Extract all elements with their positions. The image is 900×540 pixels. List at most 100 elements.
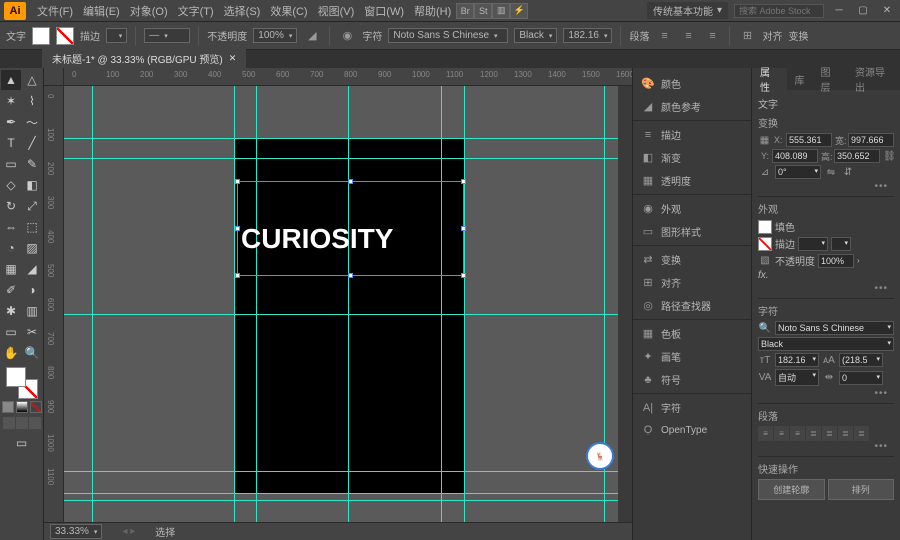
hand-tool[interactable]: ✋	[1, 343, 21, 363]
reference-point-icon[interactable]: ▦	[758, 133, 771, 147]
panel-transparency[interactable]: ▦透明度	[633, 169, 751, 192]
gradient-mode-icon[interactable]	[16, 401, 28, 413]
flip-h-icon[interactable]: ⇋	[824, 165, 838, 179]
panel-brushes[interactable]: ✦画笔	[633, 345, 751, 368]
align-center-icon[interactable]: ≡	[679, 27, 697, 45]
font-weight-dropdown[interactable]: Black	[514, 28, 557, 43]
para-align-center-icon[interactable]: ≡	[774, 426, 789, 441]
panel-swatches[interactable]: ▦色板	[633, 322, 751, 345]
guide-horizontal[interactable]	[64, 314, 618, 315]
menu-edit[interactable]: 编辑(E)	[78, 3, 125, 19]
panel-symbols[interactable]: ♣符号	[633, 368, 751, 391]
rotate-tool[interactable]: ↻	[1, 196, 21, 216]
create-outlines-button[interactable]: 创建轮廓	[758, 479, 825, 500]
guide-vertical[interactable]	[234, 86, 235, 522]
transform-link-label[interactable]: 变换	[788, 28, 808, 43]
rectangle-tool[interactable]: ▭	[1, 154, 21, 174]
guide-vertical[interactable]	[348, 86, 349, 522]
font-size-dropdown[interactable]: 182.16	[563, 28, 612, 43]
panel-pathfinder[interactable]: ◎路径查找器	[633, 294, 751, 317]
para-justify-all-icon[interactable]: ≣	[854, 426, 869, 441]
more-character-icon[interactable]: •••	[758, 388, 894, 399]
guide-vertical[interactable]	[256, 86, 257, 522]
h-input[interactable]	[834, 149, 880, 163]
symbol-sprayer-tool[interactable]: ✱	[1, 301, 21, 321]
brush-dropdown[interactable]: —	[144, 28, 190, 43]
stroke-profile-dropdown[interactable]	[831, 237, 851, 251]
guide-horizontal[interactable]	[64, 471, 618, 472]
tracking-select[interactable]: 0	[839, 371, 883, 385]
angle-dropdown[interactable]: 0°	[775, 165, 821, 179]
arrange-button[interactable]: 排列	[828, 479, 895, 500]
flip-v-icon[interactable]: ⇵	[841, 165, 855, 179]
more-transform-icon[interactable]: •••	[758, 181, 894, 192]
handle-icon[interactable]	[235, 226, 240, 231]
align-left-icon[interactable]: ≡	[655, 27, 673, 45]
free-transform-tool[interactable]: ⬚	[22, 217, 42, 237]
guide-horizontal[interactable]	[64, 500, 618, 501]
align-link-label[interactable]: 对齐	[762, 28, 782, 43]
panel-gradient[interactable]: ◧渐变	[633, 146, 751, 169]
perspective-tool[interactable]: ▨	[22, 238, 42, 258]
menu-select[interactable]: 选择(S)	[219, 3, 266, 19]
font-family-select[interactable]: Noto Sans S Chinese	[775, 321, 894, 335]
gpu-icon[interactable]: ⚡	[510, 3, 528, 19]
curvature-tool[interactable]: ～	[22, 112, 42, 132]
stock-icon[interactable]: St	[474, 3, 492, 19]
window-close-icon[interactable]: ✕	[878, 4, 896, 18]
panel-graphic-styles[interactable]: ▭图形样式	[633, 220, 751, 243]
vertical-ruler[interactable]: 0 100 200 300 400 500 600 700 800 900 10…	[44, 86, 64, 522]
blend-tool[interactable]: ◑	[22, 280, 42, 300]
opacity-dropdown[interactable]: 100%	[253, 28, 297, 43]
para-align-right-icon[interactable]: ≡	[790, 426, 805, 441]
para-justify-right-icon[interactable]: ≣	[838, 426, 853, 441]
zoom-tool[interactable]: 🔍	[22, 343, 42, 363]
fill-swatch[interactable]	[32, 27, 50, 45]
panel-color[interactable]: 🎨颜色	[633, 72, 751, 95]
arrange-icon[interactable]: ▥	[492, 3, 510, 19]
gradient-tool[interactable]: ◢	[22, 259, 42, 279]
panel-stroke[interactable]: ≡描边	[633, 123, 751, 146]
handle-icon[interactable]	[461, 179, 466, 184]
handle-icon[interactable]	[235, 273, 240, 278]
window-minimize-icon[interactable]: ─	[830, 4, 848, 18]
screen-mode-icon[interactable]: ▭	[12, 433, 32, 453]
draw-inside-icon[interactable]	[29, 417, 41, 429]
handle-icon[interactable]	[461, 226, 466, 231]
width-tool[interactable]: ⇔	[1, 217, 21, 237]
menu-object[interactable]: 对象(O)	[125, 3, 173, 19]
draw-normal-icon[interactable]	[3, 417, 15, 429]
menu-view[interactable]: 视图(V)	[313, 3, 360, 19]
menu-file[interactable]: 文件(F)	[32, 3, 78, 19]
guide-horizontal[interactable]	[64, 138, 618, 139]
guide-vertical[interactable]	[441, 86, 442, 522]
tab-layers[interactable]: 图层	[813, 68, 848, 90]
para-justify-center-icon[interactable]: ≣	[822, 426, 837, 441]
stroke-swatch[interactable]	[758, 237, 772, 251]
selection-bounding-box[interactable]	[237, 181, 464, 276]
panel-appearance[interactable]: ◉外观	[633, 197, 751, 220]
more-appearance-icon[interactable]: •••	[758, 283, 894, 294]
color-picker[interactable]	[6, 367, 38, 399]
guide-vertical[interactable]	[464, 86, 465, 522]
tab-asset-export[interactable]: 资源导出	[847, 68, 900, 90]
color-mode-icon[interactable]	[2, 401, 14, 413]
font-family-dropdown[interactable]: Noto Sans S Chinese	[388, 28, 508, 43]
align-panel-icon[interactable]: ⊞	[738, 27, 756, 45]
handle-icon[interactable]	[348, 273, 353, 278]
lasso-tool[interactable]: ⌇	[22, 91, 42, 111]
scale-tool[interactable]: ⤢	[22, 196, 42, 216]
graph-tool[interactable]: ▥	[22, 301, 42, 321]
horizontal-ruler[interactable]: 0 100 200 300 400 500 600 700 800 900 10…	[64, 68, 632, 86]
handle-icon[interactable]	[235, 179, 240, 184]
menu-type[interactable]: 文字(T)	[173, 3, 219, 19]
stroke-swatch[interactable]	[56, 27, 74, 45]
panel-character[interactable]: A|字符	[633, 396, 751, 419]
zoom-dropdown[interactable]: 33.33%	[50, 524, 102, 539]
selection-tool[interactable]: ▲	[1, 70, 21, 90]
direct-selection-tool[interactable]: △	[22, 70, 42, 90]
shaper-tool[interactable]: ◇	[1, 175, 21, 195]
more-paragraph-icon[interactable]: •••	[758, 441, 894, 452]
para-justify-left-icon[interactable]: ≣	[806, 426, 821, 441]
paintbrush-tool[interactable]: ✎	[22, 154, 42, 174]
